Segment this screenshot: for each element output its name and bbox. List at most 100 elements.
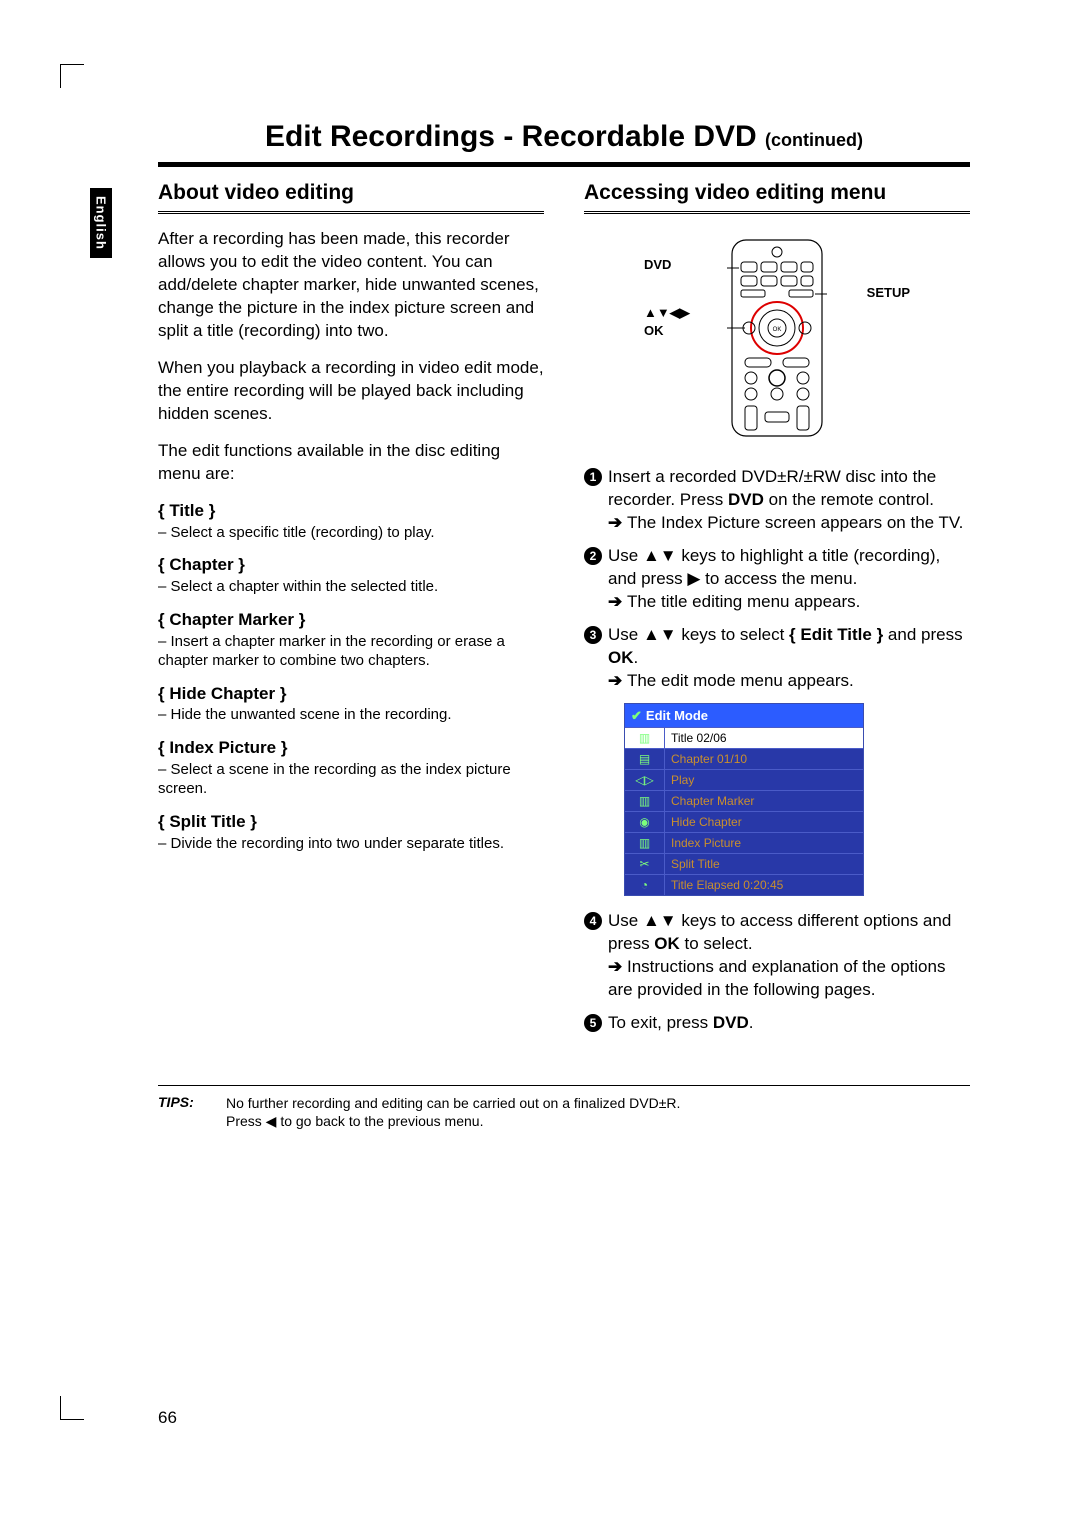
step-result: ➔ Instructions and explanation of the op… (608, 956, 970, 1002)
two-columns: About video editing After a recording ha… (158, 179, 970, 1045)
language-tab: English (90, 188, 112, 258)
menu-row-index-picture: ▥ Index Picture (625, 832, 863, 853)
text: Instructions and explanation of the opti… (608, 957, 945, 999)
page-title-suffix: (continued) (765, 130, 863, 150)
remote-icon: OK (727, 238, 827, 438)
function-index-picture: { Index Picture } – Select a scene in th… (158, 737, 544, 799)
menu-row-title: ▥ Title 02/06 (625, 727, 863, 748)
function-name: { Hide Chapter } (158, 683, 544, 706)
remote-label-dvd: DVD (644, 256, 671, 274)
function-hide-chapter: { Hide Chapter } – Hide the unwanted sce… (158, 683, 544, 725)
row-icon: ▥ (625, 791, 665, 811)
row-label: Chapter Marker (665, 793, 863, 809)
tips-line-2: Press ◀ to go back to the previous menu. (226, 1113, 483, 1129)
function-desc: – Hide the unwanted scene in the recordi… (158, 705, 544, 725)
function-desc: – Select a scene in the recording as the… (158, 760, 544, 799)
row-icon: ◔ (625, 875, 665, 895)
page-title: Edit Recordings - Recordable DVD (contin… (158, 120, 970, 154)
step-5: 5 To exit, press DVD. (584, 1012, 970, 1035)
tips-line-1: No further recording and editing can be … (226, 1095, 680, 1111)
arrow-icon: ➔ (608, 513, 627, 532)
tips-label: TIPS: (158, 1094, 206, 1130)
row-icon: ◉ (625, 812, 665, 832)
function-desc: – Select a chapter within the selected t… (158, 577, 544, 597)
text: The title editing menu appears. (627, 592, 860, 611)
step-1: 1 Insert a recorded DVD±R/±RW disc into … (584, 466, 970, 535)
text: to select. (680, 934, 753, 953)
menu-row-title-elapsed: ◔ Title Elapsed 0:20:45 (625, 874, 863, 895)
function-name: { Chapter } (158, 554, 544, 577)
row-icon: ▥ (625, 728, 665, 748)
function-name: { Split Title } (158, 811, 544, 834)
menu-row-chapter-marker: ▥ Chapter Marker (625, 790, 863, 811)
right-heading: Accessing video editing menu (584, 179, 970, 214)
text: The edit mode menu appears. (627, 671, 854, 690)
arrow-icon: ➔ (608, 592, 627, 611)
arrow-icon: ➔ (608, 957, 627, 976)
text-bold: OK (608, 648, 634, 667)
remote-label-nav: ▲▼◀▶ (644, 304, 690, 322)
step-number-icon: 4 (584, 912, 602, 930)
crop-mark-top-left (60, 64, 84, 88)
row-icon: ▥ (625, 833, 665, 853)
menu-row-hide-chapter: ◉ Hide Chapter (625, 811, 863, 832)
row-label: Chapter 01/10 (665, 751, 863, 767)
menu-row-chapter: ▤ Chapter 01/10 (625, 748, 863, 769)
text: . (634, 648, 639, 667)
step-number-icon: 5 (584, 1014, 602, 1032)
function-chapter: { Chapter } – Select a chapter within th… (158, 554, 544, 596)
function-split-title: { Split Title } – Divide the recording i… (158, 811, 544, 853)
left-column: About video editing After a recording ha… (158, 179, 544, 1045)
left-intro-2: When you playback a recording in video e… (158, 357, 544, 426)
text-bold: DVD (728, 490, 764, 509)
text: and press (883, 625, 962, 644)
tips-text: No further recording and editing can be … (226, 1094, 970, 1130)
row-label: Split Title (665, 856, 863, 872)
left-intro-1: After a recording has been made, this re… (158, 228, 544, 343)
remote-diagram: DVD ▲▼◀▶ OK SETUP (584, 228, 970, 448)
content: Edit Recordings - Recordable DVD (contin… (158, 120, 970, 1045)
menu-row-split-title: ✂ Split Title (625, 853, 863, 874)
check-icon: ✔ (631, 708, 642, 723)
step-text: Use ▲▼ keys to access different options … (608, 910, 970, 1002)
row-label: Play (665, 772, 863, 788)
step-text: Insert a recorded DVD±R/±RW disc into th… (608, 466, 970, 535)
function-desc: – Insert a chapter marker in the recordi… (158, 632, 544, 671)
text: To exit, press (608, 1013, 713, 1032)
svg-text:OK: OK (773, 327, 782, 333)
left-intro-3: The edit functions available in the disc… (158, 440, 544, 486)
text: on the remote control. (764, 490, 934, 509)
text: Use ▲▼ keys to highlight a title (record… (608, 546, 940, 588)
text-bold: DVD (713, 1013, 749, 1032)
function-title: { Title } – Select a specific title (rec… (158, 500, 544, 542)
row-label: Index Picture (665, 835, 863, 851)
left-heading: About video editing (158, 179, 544, 214)
step-3: 3 Use ▲▼ keys to select { Edit Title } a… (584, 624, 970, 693)
row-label: Title 02/06 (665, 730, 863, 746)
function-name: { Title } (158, 500, 544, 523)
page-number: 66 (158, 1408, 177, 1428)
remote-label-setup: SETUP (867, 284, 910, 302)
text: Use ▲▼ keys to select (608, 625, 789, 644)
function-chapter-marker: { Chapter Marker } – Insert a chapter ma… (158, 609, 544, 671)
step-number-icon: 2 (584, 547, 602, 565)
step-result: ➔ The Index Picture screen appears on th… (608, 512, 970, 535)
function-desc: – Select a specific title (recording) to… (158, 523, 544, 543)
text: . (749, 1013, 754, 1032)
right-column: Accessing video editing menu DVD ▲▼◀▶ OK… (584, 179, 970, 1045)
step-number-icon: 1 (584, 468, 602, 486)
step-4: 4 Use ▲▼ keys to access different option… (584, 910, 970, 1002)
header-label: Edit Mode (646, 708, 708, 723)
function-name: { Chapter Marker } (158, 609, 544, 632)
step-text: Use ▲▼ keys to highlight a title (record… (608, 545, 970, 614)
row-label: Title Elapsed 0:20:45 (665, 877, 863, 893)
row-icon: ◁▷ (625, 770, 665, 790)
step-result: ➔ The edit mode menu appears. (608, 670, 970, 693)
step-text: Use ▲▼ keys to select { Edit Title } and… (608, 624, 970, 693)
crop-mark-bottom-left (60, 1396, 84, 1420)
text-bold: { Edit Title } (789, 625, 883, 644)
menu-row-play: ◁▷ Play (625, 769, 863, 790)
function-desc: – Divide the recording into two under se… (158, 834, 544, 854)
edit-mode-header: ✔ Edit Mode (625, 704, 863, 728)
tips-footer: TIPS: No further recording and editing c… (158, 1085, 970, 1130)
